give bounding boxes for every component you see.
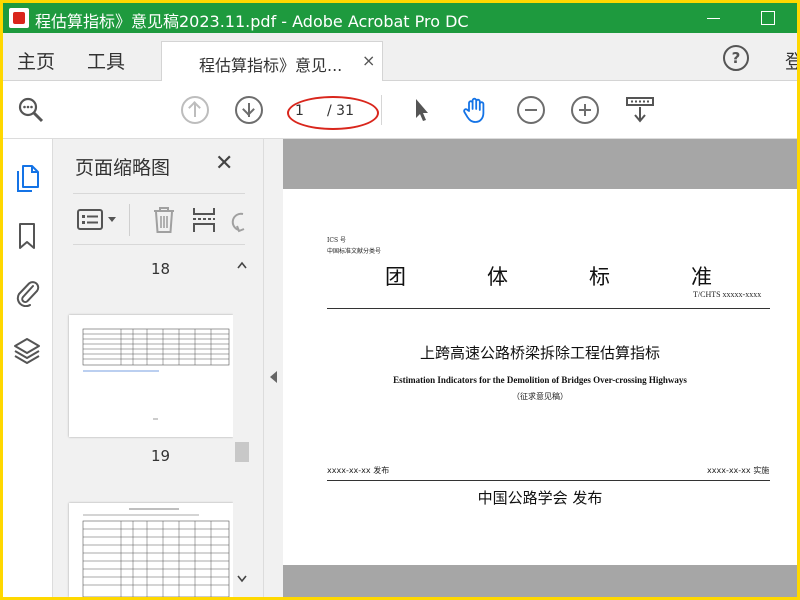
tab-tools[interactable]: 工具 <box>87 47 125 74</box>
thumbnail-page-18[interactable] <box>69 315 233 437</box>
search-icon[interactable] <box>17 96 45 124</box>
thumbnails-panel: 页面缩略图 ✕ 18 19 <box>53 139 263 597</box>
window-title: 程估算指标》意见稿2023.11.pdf - Adobe Acrobat Pro… <box>35 12 469 31</box>
publish-date: xxxx-xx-xx 发布 <box>327 466 390 475</box>
panel-title: 页面缩略图 <box>75 157 171 179</box>
thumbnail-page-19[interactable] <box>69 503 233 597</box>
attachments-icon[interactable] <box>13 277 41 307</box>
standard-code: T/CHTS xxxxx-xxxx <box>693 290 762 299</box>
panel-collapse-strip[interactable] <box>263 139 285 597</box>
acrobat-app-icon <box>9 8 29 28</box>
thumbnails-scrollbar[interactable] <box>233 257 251 597</box>
tab-home[interactable]: 主页 <box>17 47 55 74</box>
next-page-icon[interactable] <box>235 96 263 124</box>
title-bar: 程估算指标》意见稿2023.11.pdf - Adobe Acrobat Pro… <box>3 3 797 33</box>
maximize-button[interactable] <box>757 7 779 29</box>
document-view[interactable]: ICS 号 中国标准文献分类号 团 体 标 准 T/CHTS xxxxx-xxx… <box>283 139 797 597</box>
thumbnail-label: 18 <box>151 260 171 278</box>
classification-number: 中国标准文献分类号 <box>327 248 382 255</box>
document-title-cn: 上跨高速公路桥梁拆除工程估算指标 <box>419 344 660 362</box>
tab-document[interactable]: 程估算指标》意见... × <box>161 41 383 82</box>
navigation-rail <box>3 139 53 597</box>
collapse-panel-icon[interactable] <box>270 371 277 383</box>
minimize-button[interactable] <box>703 7 725 29</box>
page-18-preview <box>82 328 230 420</box>
standard-char: 团 <box>385 265 406 289</box>
sign-in-button[interactable]: 登 <box>785 47 797 74</box>
page-19-preview <box>82 508 230 597</box>
layers-icon[interactable] <box>13 335 41 365</box>
select-pointer-icon[interactable] <box>407 96 435 124</box>
scroll-up-icon[interactable] <box>237 261 247 269</box>
previous-page-icon[interactable] <box>181 96 209 124</box>
help-icon[interactable]: ? <box>723 45 749 71</box>
app-window: 程估算指标》意见稿2023.11.pdf - Adobe Acrobat Pro… <box>3 3 797 597</box>
publisher: 中国公路学会 发布 <box>477 489 603 507</box>
annotation-ellipse <box>287 96 379 130</box>
insert-page-icon[interactable] <box>191 206 217 234</box>
delete-page-icon[interactable] <box>151 206 177 234</box>
tab-close-icon[interactable]: × <box>362 51 375 70</box>
thumbnail-options-icon[interactable] <box>77 208 121 232</box>
page-thumbnails-icon[interactable] <box>13 163 41 193</box>
standard-char: 标 <box>589 265 610 289</box>
ics-number: ICS 号 <box>327 237 346 244</box>
toolbar-divider <box>381 95 382 125</box>
zoom-out-icon[interactable] <box>517 96 545 124</box>
standard-char: 准 <box>691 265 712 289</box>
fit-page-icon[interactable] <box>625 96 655 124</box>
hand-tool-icon[interactable] <box>461 96 489 124</box>
footer-rule <box>327 480 770 481</box>
panel-close-icon[interactable]: ✕ <box>215 151 233 176</box>
document-title-en: Estimation Indicators for the Demolition… <box>393 375 687 385</box>
bookmarks-icon[interactable] <box>13 221 41 251</box>
standard-char: 体 <box>487 265 508 289</box>
scrollbar-thumb[interactable] <box>235 442 249 462</box>
tab-document-label: 程估算指标》意见... <box>199 56 343 75</box>
scroll-down-icon[interactable] <box>237 575 247 583</box>
tab-bar: 主页 工具 程估算指标》意见... × ? 登 <box>3 33 797 82</box>
draft-note: （征求意见稿） <box>512 392 568 401</box>
toolbar: / 31 <box>3 81 797 139</box>
zoom-in-icon[interactable] <box>571 96 599 124</box>
thumbnail-label: 19 <box>151 447 171 465</box>
implement-date: xxxx-xx-xx 实施 <box>707 466 770 475</box>
pdf-page: ICS 号 中国标准文献分类号 团 体 标 准 T/CHTS xxxxx-xxx… <box>283 189 797 565</box>
header-rule <box>327 308 770 309</box>
rotate-page-icon[interactable] <box>231 206 245 234</box>
panel-tool-divider <box>129 204 130 236</box>
panel-toolbar <box>73 193 245 245</box>
